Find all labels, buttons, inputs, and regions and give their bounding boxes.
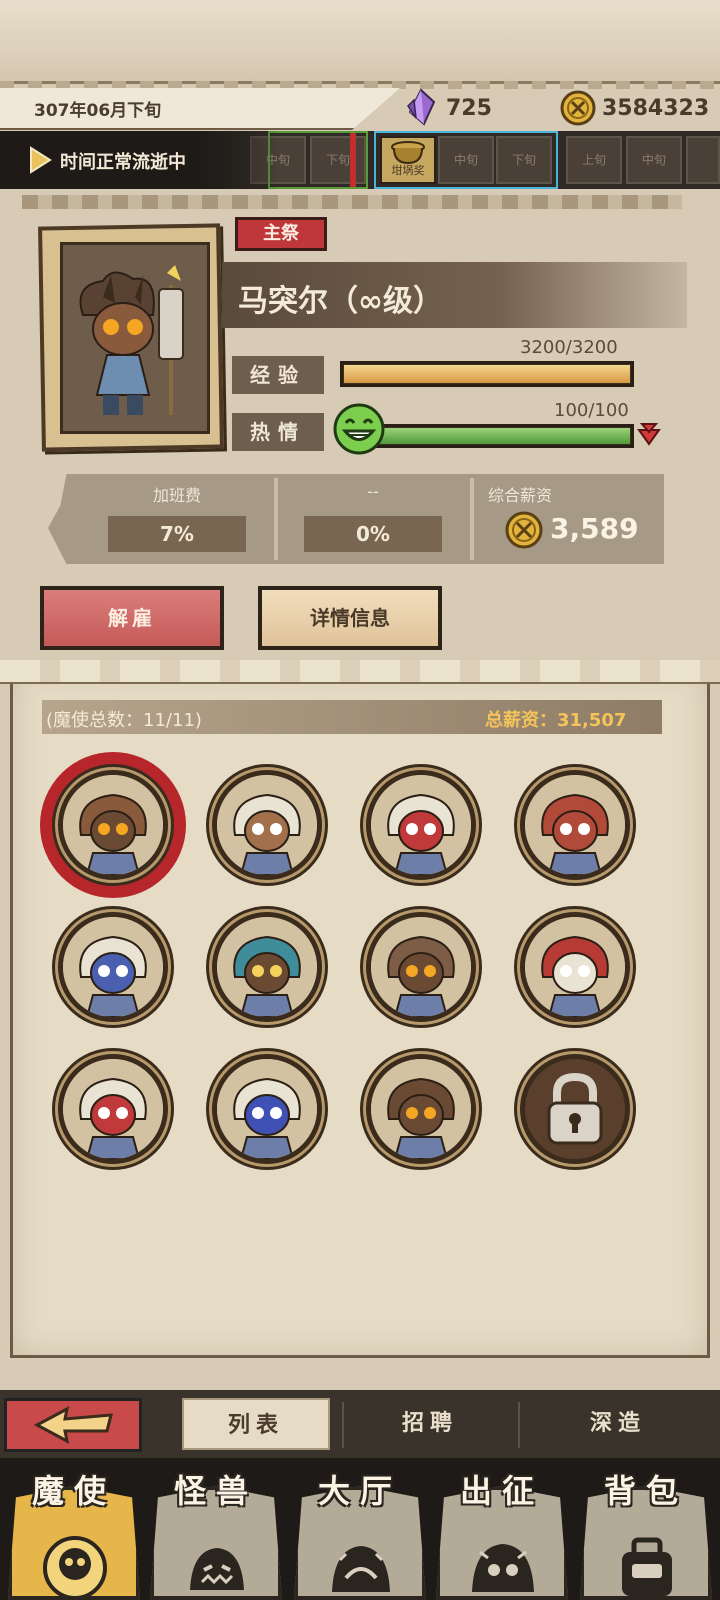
back-button[interactable] xyxy=(4,1398,142,1452)
coin-icon xyxy=(505,511,543,549)
passion-value: 100/100 xyxy=(554,400,629,421)
other-label: -- xyxy=(367,482,379,501)
character-avatar-icon xyxy=(525,917,625,1017)
character-name: 马突尔（∞级） xyxy=(222,262,687,328)
nav-label-hall: 大厅 xyxy=(317,1472,402,1510)
total-salary-label: 综合薪资 xyxy=(488,486,553,505)
coin-icon xyxy=(560,90,596,126)
salary-divider xyxy=(274,478,278,560)
nav-label-bag: 背包 xyxy=(603,1472,688,1510)
timeline-cell: 上旬 xyxy=(566,136,622,184)
date-banner: 307年06月下旬 xyxy=(0,88,400,130)
roster-member[interactable] xyxy=(212,912,322,1022)
time-status-text: 时间正常流逝中 xyxy=(60,152,186,173)
back-arrow-icon xyxy=(33,1406,113,1444)
roster-count: (魔使总数：11/11) xyxy=(46,710,202,731)
decrease-arrow-icon xyxy=(637,423,661,446)
tab-list[interactable]: 列表 xyxy=(182,1398,330,1450)
roster-scroll-edge xyxy=(0,660,720,684)
tab-divider xyxy=(342,1402,344,1448)
exp-label: 经验 xyxy=(232,356,324,394)
roster-member[interactable] xyxy=(58,912,168,1022)
roster-member[interactable] xyxy=(212,770,322,880)
tab-recruit[interactable]: 招聘 xyxy=(356,1398,504,1450)
roster-member[interactable] xyxy=(366,770,476,880)
exp-value: 3200/3200 xyxy=(520,337,618,358)
crystal-count: 725 xyxy=(446,96,492,121)
character-avatar-icon xyxy=(217,1059,317,1159)
roster-slot-locked[interactable] xyxy=(520,1054,630,1164)
roster-member[interactable] xyxy=(58,770,168,880)
skull-icon xyxy=(43,1536,107,1600)
cauldron-icon xyxy=(391,141,425,165)
timeline-cell xyxy=(686,136,720,184)
nav-label-monsters: 怪兽 xyxy=(173,1472,258,1510)
portrait[interactable] xyxy=(60,242,210,434)
panel-edge xyxy=(22,195,682,209)
character-avatar-icon xyxy=(63,775,163,875)
backpack-icon xyxy=(622,1537,672,1596)
smile-icon xyxy=(333,403,385,455)
fire-button[interactable]: 解雇 xyxy=(40,586,224,650)
roster-member[interactable] xyxy=(366,1054,476,1164)
coin-count: 3584323 xyxy=(602,96,710,121)
nav-label-expedition: 出征 xyxy=(459,1472,544,1510)
timeline-cell: 下旬 xyxy=(496,136,552,184)
crystal-icon xyxy=(407,88,436,126)
roster-total-payroll: 总薪资：31,507 xyxy=(485,710,627,731)
character-avatar-icon xyxy=(371,917,471,1017)
overtime-label: 加班费 xyxy=(152,486,201,505)
passion-label: 热情 xyxy=(232,413,324,451)
details-button[interactable]: 详情信息 xyxy=(258,586,442,650)
hall-icon xyxy=(332,1546,390,1592)
reward-label: 坩埚奖 xyxy=(391,164,425,177)
character-avatar-icon xyxy=(371,775,471,875)
timeline-cell: 中旬 xyxy=(438,136,494,184)
character-avatar-icon xyxy=(63,917,163,1017)
tab-forge[interactable]: 深造 xyxy=(544,1398,692,1450)
top-parchment xyxy=(0,0,720,89)
total-salary-value: 3,589 xyxy=(550,512,639,545)
roster-member[interactable] xyxy=(520,912,630,1022)
passion-bar-fill xyxy=(372,428,630,444)
tab-divider xyxy=(518,1402,520,1448)
character-avatar-icon xyxy=(63,1059,163,1159)
character-avatar-icon xyxy=(525,775,625,875)
roster-member[interactable] xyxy=(58,1054,168,1164)
timeline-group-past xyxy=(268,131,368,189)
character-portrait-icon xyxy=(79,265,184,415)
character-avatar-icon xyxy=(371,1059,471,1159)
expedition-icon xyxy=(472,1544,534,1592)
date-text: 307年06月下旬 xyxy=(34,101,162,121)
salary-divider xyxy=(470,478,474,560)
timeline-cell: 中旬 xyxy=(626,136,682,184)
lock-icon xyxy=(547,1072,603,1145)
roster-member[interactable] xyxy=(366,912,476,1022)
exp-bar-fill xyxy=(344,365,630,383)
roster-member[interactable] xyxy=(212,1054,322,1164)
overtime-value: 7% xyxy=(108,516,246,552)
role-tag: 主祭 xyxy=(235,217,327,251)
other-value: 0% xyxy=(304,516,442,552)
character-avatar-icon xyxy=(217,917,317,1017)
play-icon[interactable] xyxy=(28,146,52,174)
roster-member[interactable] xyxy=(520,770,630,880)
character-avatar-icon xyxy=(217,775,317,875)
monster-icon xyxy=(190,1548,244,1590)
nav-label-demons: 魔使 xyxy=(31,1472,116,1510)
